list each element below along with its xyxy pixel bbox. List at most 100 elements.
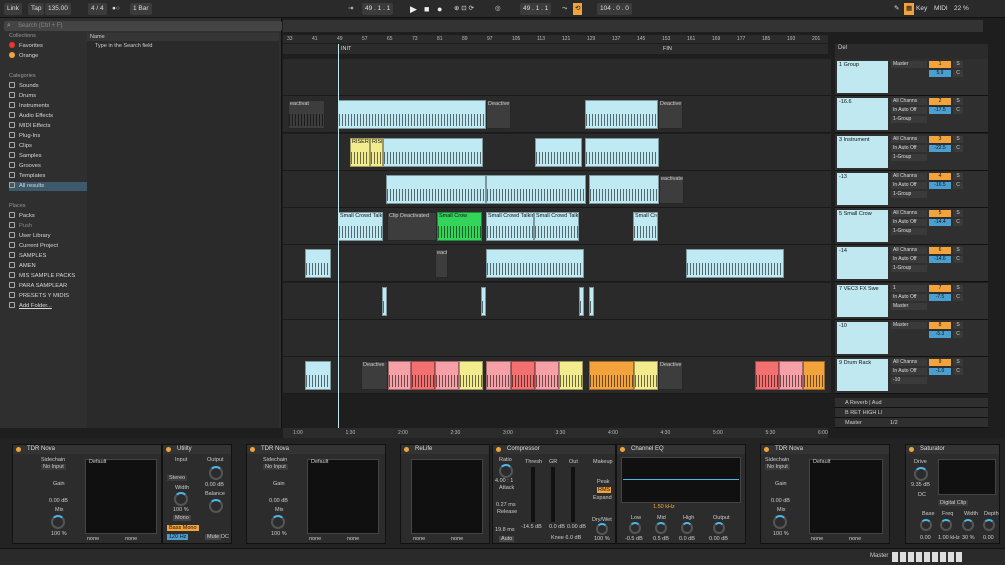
output-select[interactable]: 1-Group xyxy=(891,116,927,123)
arrangement-clip[interactable] xyxy=(589,361,634,390)
track-name[interactable]: 9 Drum Rack xyxy=(837,359,888,391)
sidebar-item-midi-effects[interactable]: MIDI Effects xyxy=(9,122,89,131)
output-knob[interactable] xyxy=(713,522,725,534)
arrangement-clip[interactable] xyxy=(535,361,559,390)
pan-field[interactable]: C xyxy=(953,182,963,189)
record-button[interactable]: ● xyxy=(437,3,442,15)
arrangement-clip[interactable] xyxy=(779,361,803,390)
track-activator[interactable]: 3 xyxy=(929,136,951,143)
key-map-button[interactable]: Key xyxy=(916,3,927,15)
expand-button[interactable]: Expand xyxy=(593,495,612,501)
name-column-header[interactable]: Name xyxy=(87,33,279,41)
track-header[interactable]: 7 VEC3 FX Swe 1 In Auto Off Master 7 S -7.5 C xyxy=(835,283,988,320)
volume-field[interactable]: 5.9 xyxy=(929,70,951,77)
plugin-display[interactable] xyxy=(809,459,883,534)
arrangement-clip[interactable] xyxy=(803,361,825,390)
sidebar-item-templates[interactable]: Templates xyxy=(9,172,89,181)
link-button[interactable]: Link xyxy=(4,3,22,15)
loop-length-field[interactable]: 104 . 0 . 0 xyxy=(597,3,632,15)
volume-field[interactable]: -5.3 xyxy=(929,331,951,338)
makeup-button[interactable]: Makeup xyxy=(593,459,613,465)
arrangement-clip[interactable] xyxy=(305,361,331,390)
sidebar-item-amen[interactable]: AMEN xyxy=(9,262,89,271)
arrangement-clip[interactable] xyxy=(755,361,779,390)
balance-knob[interactable] xyxy=(209,499,223,513)
volume-field[interactable]: -22.5 xyxy=(929,145,951,152)
track-name[interactable]: 3 Instrument xyxy=(837,136,888,168)
draw-mode-icon[interactable]: ✎ xyxy=(894,3,899,15)
sidebar-item-presets-midis[interactable]: PRESETS Y MIDIS xyxy=(9,292,89,301)
low-knob[interactable] xyxy=(629,522,641,534)
input-select[interactable]: All Channs xyxy=(891,210,927,217)
locator-fin[interactable]: FIN xyxy=(663,46,672,52)
monitor-select[interactable]: In Auto Off xyxy=(891,256,927,263)
track-header[interactable]: -10 Master 8 S -5.3 C xyxy=(835,320,988,357)
output-select[interactable]: 1-Group xyxy=(891,191,927,198)
sidebar-item-drums[interactable]: Drums xyxy=(9,92,89,101)
track-name[interactable]: 5 Small Crow xyxy=(837,210,888,242)
arrangement-clip[interactable]: eactivat xyxy=(288,100,325,129)
volume-field[interactable]: -1.0 xyxy=(929,368,951,375)
track-activator[interactable]: 4 xyxy=(929,173,951,180)
stop-button[interactable]: ■ xyxy=(424,3,429,15)
pan-field[interactable]: C xyxy=(953,368,963,375)
device-relife[interactable]: ReLife none none xyxy=(400,444,490,544)
arrangement-clip[interactable]: eact xyxy=(435,249,448,278)
device-title[interactable]: TDR Nova xyxy=(13,445,161,454)
device-title[interactable]: ReLife xyxy=(401,445,489,454)
arrangement-clip[interactable] xyxy=(486,361,511,390)
arrangement-clip[interactable] xyxy=(411,361,435,390)
sidebar-item-plugins[interactable]: Plug-Ins xyxy=(9,132,89,141)
device-tdr-nova-1[interactable]: TDR Nova Sidechain No Input Gain 0.00 dB… xyxy=(12,444,162,544)
track-header[interactable]: 1 Group Master 1 S 5.9 C xyxy=(835,59,988,96)
mix-knob[interactable] xyxy=(773,515,787,529)
track-activator[interactable]: 8 xyxy=(929,322,951,329)
track-header[interactable]: -14 All Channs In Auto Off 1-Group 6 S -14.6 C xyxy=(835,245,988,282)
metronome-icon[interactable]: ●○ xyxy=(112,3,120,15)
macro-none-1[interactable]: none xyxy=(413,536,425,542)
input-select[interactable]: Master xyxy=(891,61,927,68)
arrangement-clip[interactable] xyxy=(386,175,486,204)
monitor-select[interactable]: In Auto Off xyxy=(891,107,927,114)
bass-mono-freq[interactable]: 120 Hz xyxy=(167,534,189,540)
arrangement-clip[interactable] xyxy=(535,138,582,167)
input-select[interactable]: Master xyxy=(891,322,927,329)
arrangement-clip[interactable] xyxy=(486,175,586,204)
arrangement-clip[interactable] xyxy=(559,361,583,390)
add-folder-link[interactable]: Add Folder... xyxy=(9,302,89,311)
volume-field[interactable]: -7.5 xyxy=(929,294,951,301)
auto-release-button[interactable]: Auto xyxy=(499,536,515,542)
arrangement-clip[interactable] xyxy=(579,287,584,316)
mid-freq-value[interactable]: 1.50 kHz xyxy=(653,504,675,510)
input-select[interactable]: 1 xyxy=(891,285,927,292)
output-select[interactable]: -10 xyxy=(891,377,927,384)
arrangement-clip[interactable]: Small Crow xyxy=(437,212,482,241)
quantization-select[interactable]: 1 Bar xyxy=(130,3,152,15)
time-ruler[interactable]: 1:00 1:30 2:00 2:30 3:00 3:30 4:00 4:30 5:00 5:30… xyxy=(283,428,828,438)
dc-button[interactable]: DC xyxy=(221,534,229,540)
mix-knob[interactable] xyxy=(271,515,285,529)
arrangement-clip[interactable]: Small Crowd Talki xyxy=(534,212,579,241)
position-field[interactable]: 49 . 1 . 1 xyxy=(362,3,394,15)
pan-field[interactable]: C xyxy=(953,331,963,338)
eq-display[interactable] xyxy=(621,457,741,503)
arrangement-clip[interactable] xyxy=(511,361,535,390)
time-signature[interactable]: 4 / 4 xyxy=(88,3,107,15)
arrangement-clip[interactable] xyxy=(383,138,483,167)
device-title[interactable]: TDR Nova xyxy=(761,445,889,454)
track-activator[interactable]: 1 xyxy=(929,61,951,68)
sidebar-item-clips[interactable]: Clips xyxy=(9,142,89,151)
arrangement-clip[interactable] xyxy=(585,138,659,167)
macro-none-1[interactable]: none xyxy=(309,536,321,542)
beat-ruler[interactable]: 33 41 49 57 65 73 81 89 97 105 113 121 129 137 145 153 1… xyxy=(283,35,828,43)
return-track-header[interactable]: Master xyxy=(835,418,988,428)
track-header[interactable]: -16.6 All Channs In Auto Off 1-Group 2 S -17.5… xyxy=(835,96,988,133)
playhead[interactable] xyxy=(338,44,339,428)
arrangement-clip[interactable]: Clip Deactivated xyxy=(387,212,437,241)
monitor-select[interactable]: In Auto Off xyxy=(891,182,927,189)
sidebar-item-mis-sample-packs[interactable]: MIS SAMPLE PACKS xyxy=(9,272,89,281)
arrangement-clip[interactable]: Deactive xyxy=(486,100,511,129)
sidebar-item-samples-folder[interactable]: SAMPLES xyxy=(9,252,89,261)
saturation-type-select[interactable]: Digital Clip xyxy=(938,500,969,506)
track-name[interactable]: 7 VEC3 FX Swe xyxy=(837,285,888,317)
